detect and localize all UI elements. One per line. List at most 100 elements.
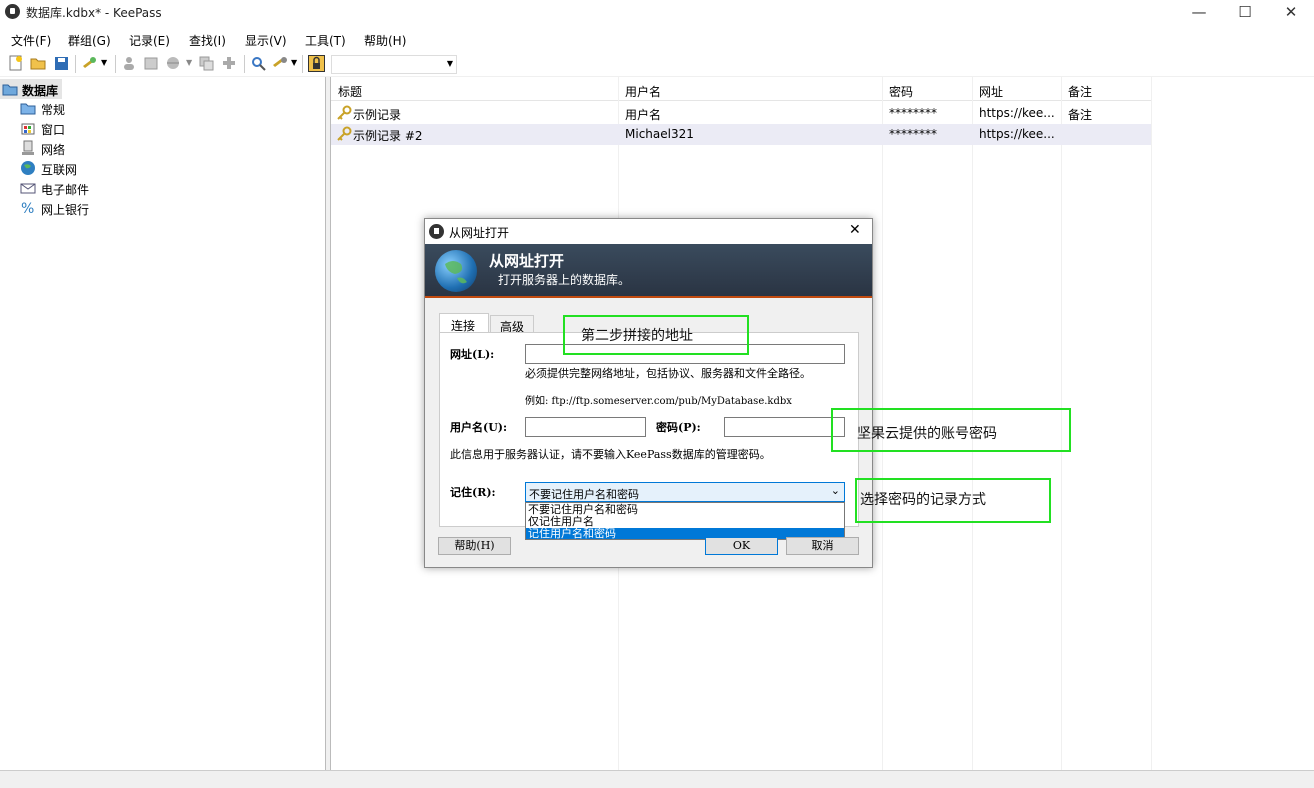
menu-file[interactable]: 文件(F) bbox=[11, 32, 51, 49]
menu-tools[interactable]: 工具(T) bbox=[305, 32, 346, 49]
open-database-icon[interactable] bbox=[30, 55, 47, 72]
dialog-close-icon[interactable]: ✕ bbox=[849, 222, 861, 238]
remember-select[interactable]: 不要记住用户名和密码 ⌄ bbox=[525, 482, 845, 502]
keepass-lock-icon bbox=[5, 4, 20, 19]
menu-bar: 文件(F) 群组(G) 记录(E) 查找(I) 显示(V) 工具(T) 帮助(H… bbox=[0, 26, 1314, 52]
lock-workspace-icon[interactable] bbox=[308, 55, 325, 72]
toolbar-separator bbox=[244, 55, 245, 73]
url-example: 例如: ftp://ftp.someserver.com/pub/MyDatab… bbox=[525, 396, 792, 407]
annotation-box-credentials: 坚果云提供的账号密码 bbox=[831, 408, 1071, 452]
tree-item-label: 窗口 bbox=[41, 123, 66, 137]
entry-username: Michael321 bbox=[625, 127, 694, 141]
entry-filter-icon[interactable] bbox=[272, 55, 289, 72]
tree-item-banking[interactable]: % 网上银行 bbox=[0, 198, 120, 218]
url-hint: 必须提供完整网络地址，包括协议、服务器和文件全路径。 bbox=[525, 367, 811, 380]
tree-item-label: 常规 bbox=[41, 103, 66, 117]
add-entry-icon[interactable] bbox=[81, 55, 98, 72]
open-url-icon[interactable] bbox=[165, 55, 182, 72]
minimize-button[interactable]: — bbox=[1176, 0, 1222, 26]
banner-title: 从网址打开 bbox=[489, 252, 565, 270]
column-header-password[interactable]: 密码 bbox=[889, 83, 913, 100]
entry-password: ******** bbox=[889, 106, 937, 120]
table-row[interactable]: 示例记录 用户名 ******** https://kee... 备注 bbox=[331, 103, 1151, 123]
quick-search-combo[interactable]: ▼ bbox=[331, 55, 457, 74]
chevron-down-icon[interactable]: ▼ bbox=[101, 58, 107, 67]
toolbar-separator bbox=[115, 55, 116, 73]
table-row[interactable]: 示例记录 #2 Michael321 ******** https://kee.… bbox=[331, 124, 1151, 145]
tree-item-network[interactable]: 网络 bbox=[0, 138, 120, 158]
close-button[interactable]: ✕ bbox=[1268, 0, 1314, 26]
dropdown-option[interactable]: 不要记住用户名和密码 bbox=[526, 504, 844, 515]
chevron-down-icon[interactable]: ▼ bbox=[447, 59, 453, 68]
new-database-icon[interactable] bbox=[7, 55, 24, 72]
percent-icon: % bbox=[20, 200, 36, 217]
remember-dropdown-list: 不要记住用户名和密码 仅记住用户名 记住用户名和密码 bbox=[525, 502, 845, 540]
copy-entry-icon[interactable] bbox=[198, 55, 215, 72]
windows-icon bbox=[20, 120, 36, 136]
username-label: 用户名(U): bbox=[450, 421, 508, 434]
copy-username-icon[interactable] bbox=[121, 55, 138, 72]
dialog-title-bar: 从网址打开 ✕ bbox=[425, 219, 872, 244]
globe-icon bbox=[435, 250, 477, 292]
title-bar: 数据库.kdbx* - KeePass — ☐ ✕ bbox=[0, 0, 1314, 26]
help-button[interactable]: 帮助(H) bbox=[438, 537, 511, 555]
window-title: 数据库.kdbx* - KeePass bbox=[26, 6, 162, 20]
tab-connection[interactable]: 连接 bbox=[439, 313, 489, 333]
status-bar bbox=[0, 770, 1314, 788]
tab-advanced[interactable]: 高级 bbox=[490, 315, 534, 334]
tree-item-windows[interactable]: 窗口 bbox=[0, 118, 120, 138]
annotation-text: 第二步拼接的地址 bbox=[581, 328, 693, 344]
entry-url: https://kee... bbox=[979, 127, 1055, 141]
column-header-notes[interactable]: 备注 bbox=[1068, 83, 1092, 100]
tree-item-label: 数据库 bbox=[22, 84, 59, 98]
chevron-down-icon[interactable]: ▼ bbox=[291, 58, 297, 67]
password-label: 密码(P): bbox=[656, 421, 701, 434]
menu-group[interactable]: 群组(G) bbox=[68, 32, 111, 49]
tree-item-label: 电子邮件 bbox=[41, 183, 90, 197]
entry-url: https://kee... bbox=[979, 106, 1055, 120]
remember-label: 记住(R): bbox=[450, 486, 496, 499]
svg-text:%: % bbox=[21, 201, 34, 216]
column-divider bbox=[1151, 77, 1152, 770]
column-header-username[interactable]: 用户名 bbox=[625, 83, 661, 100]
key-icon bbox=[336, 126, 352, 145]
menu-entry[interactable]: 记录(E) bbox=[129, 32, 170, 49]
auth-note: 此信息用于服务器认证，请不要输入KeePass数据库的管理密码。 bbox=[450, 448, 771, 461]
entry-action-icon[interactable] bbox=[221, 55, 238, 72]
tree-item-label: 网上银行 bbox=[41, 203, 90, 217]
tree-item-internet[interactable]: 互联网 bbox=[0, 158, 120, 178]
find-icon[interactable] bbox=[250, 55, 267, 72]
username-field[interactable] bbox=[525, 417, 646, 437]
column-header-title[interactable]: 标题 bbox=[338, 83, 362, 100]
email-icon bbox=[20, 180, 36, 196]
menu-find[interactable]: 查找(I) bbox=[189, 32, 226, 49]
annotation-text: 坚果云提供的账号密码 bbox=[857, 426, 997, 442]
maximize-button[interactable]: ☐ bbox=[1222, 0, 1268, 26]
keepass-lock-icon bbox=[429, 224, 444, 239]
chevron-down-icon[interactable]: ▼ bbox=[186, 58, 192, 67]
tree-item-root[interactable]: 数据库 bbox=[0, 79, 62, 99]
entry-password: ******** bbox=[889, 127, 937, 141]
save-icon[interactable] bbox=[53, 55, 70, 72]
copy-password-icon[interactable] bbox=[143, 55, 160, 72]
dropdown-option[interactable]: 仅记住用户名 bbox=[526, 516, 844, 527]
tree-item-general[interactable]: 常规 bbox=[0, 98, 120, 118]
folder-icon bbox=[20, 100, 36, 116]
tree-item-label: 互联网 bbox=[41, 163, 78, 177]
list-header bbox=[331, 77, 1151, 101]
chevron-down-icon[interactable]: ⌄ bbox=[831, 484, 840, 497]
group-tree: 数据库 常规 窗口 网络 互联网 电子邮件 % 网上银行 bbox=[0, 77, 326, 770]
tree-item-email[interactable]: 电子邮件 bbox=[0, 178, 120, 198]
entry-username: 用户名 bbox=[625, 108, 662, 122]
ok-button[interactable]: OK bbox=[705, 537, 778, 555]
toolbar: ▼ ▼ ▼ ▼ bbox=[0, 52, 1314, 76]
entry-notes: 备注 bbox=[1068, 108, 1093, 122]
dialog-banner: 从网址打开 打开服务器上的数据库。 bbox=[425, 244, 872, 298]
cancel-button[interactable]: 取消 bbox=[786, 537, 859, 555]
annotation-box-remember: 选择密码的记录方式 bbox=[855, 478, 1051, 523]
menu-view[interactable]: 显示(V) bbox=[245, 32, 287, 49]
password-field[interactable] bbox=[724, 417, 845, 437]
network-icon bbox=[20, 140, 36, 156]
column-header-url[interactable]: 网址 bbox=[979, 83, 1003, 100]
menu-help[interactable]: 帮助(H) bbox=[364, 32, 406, 49]
